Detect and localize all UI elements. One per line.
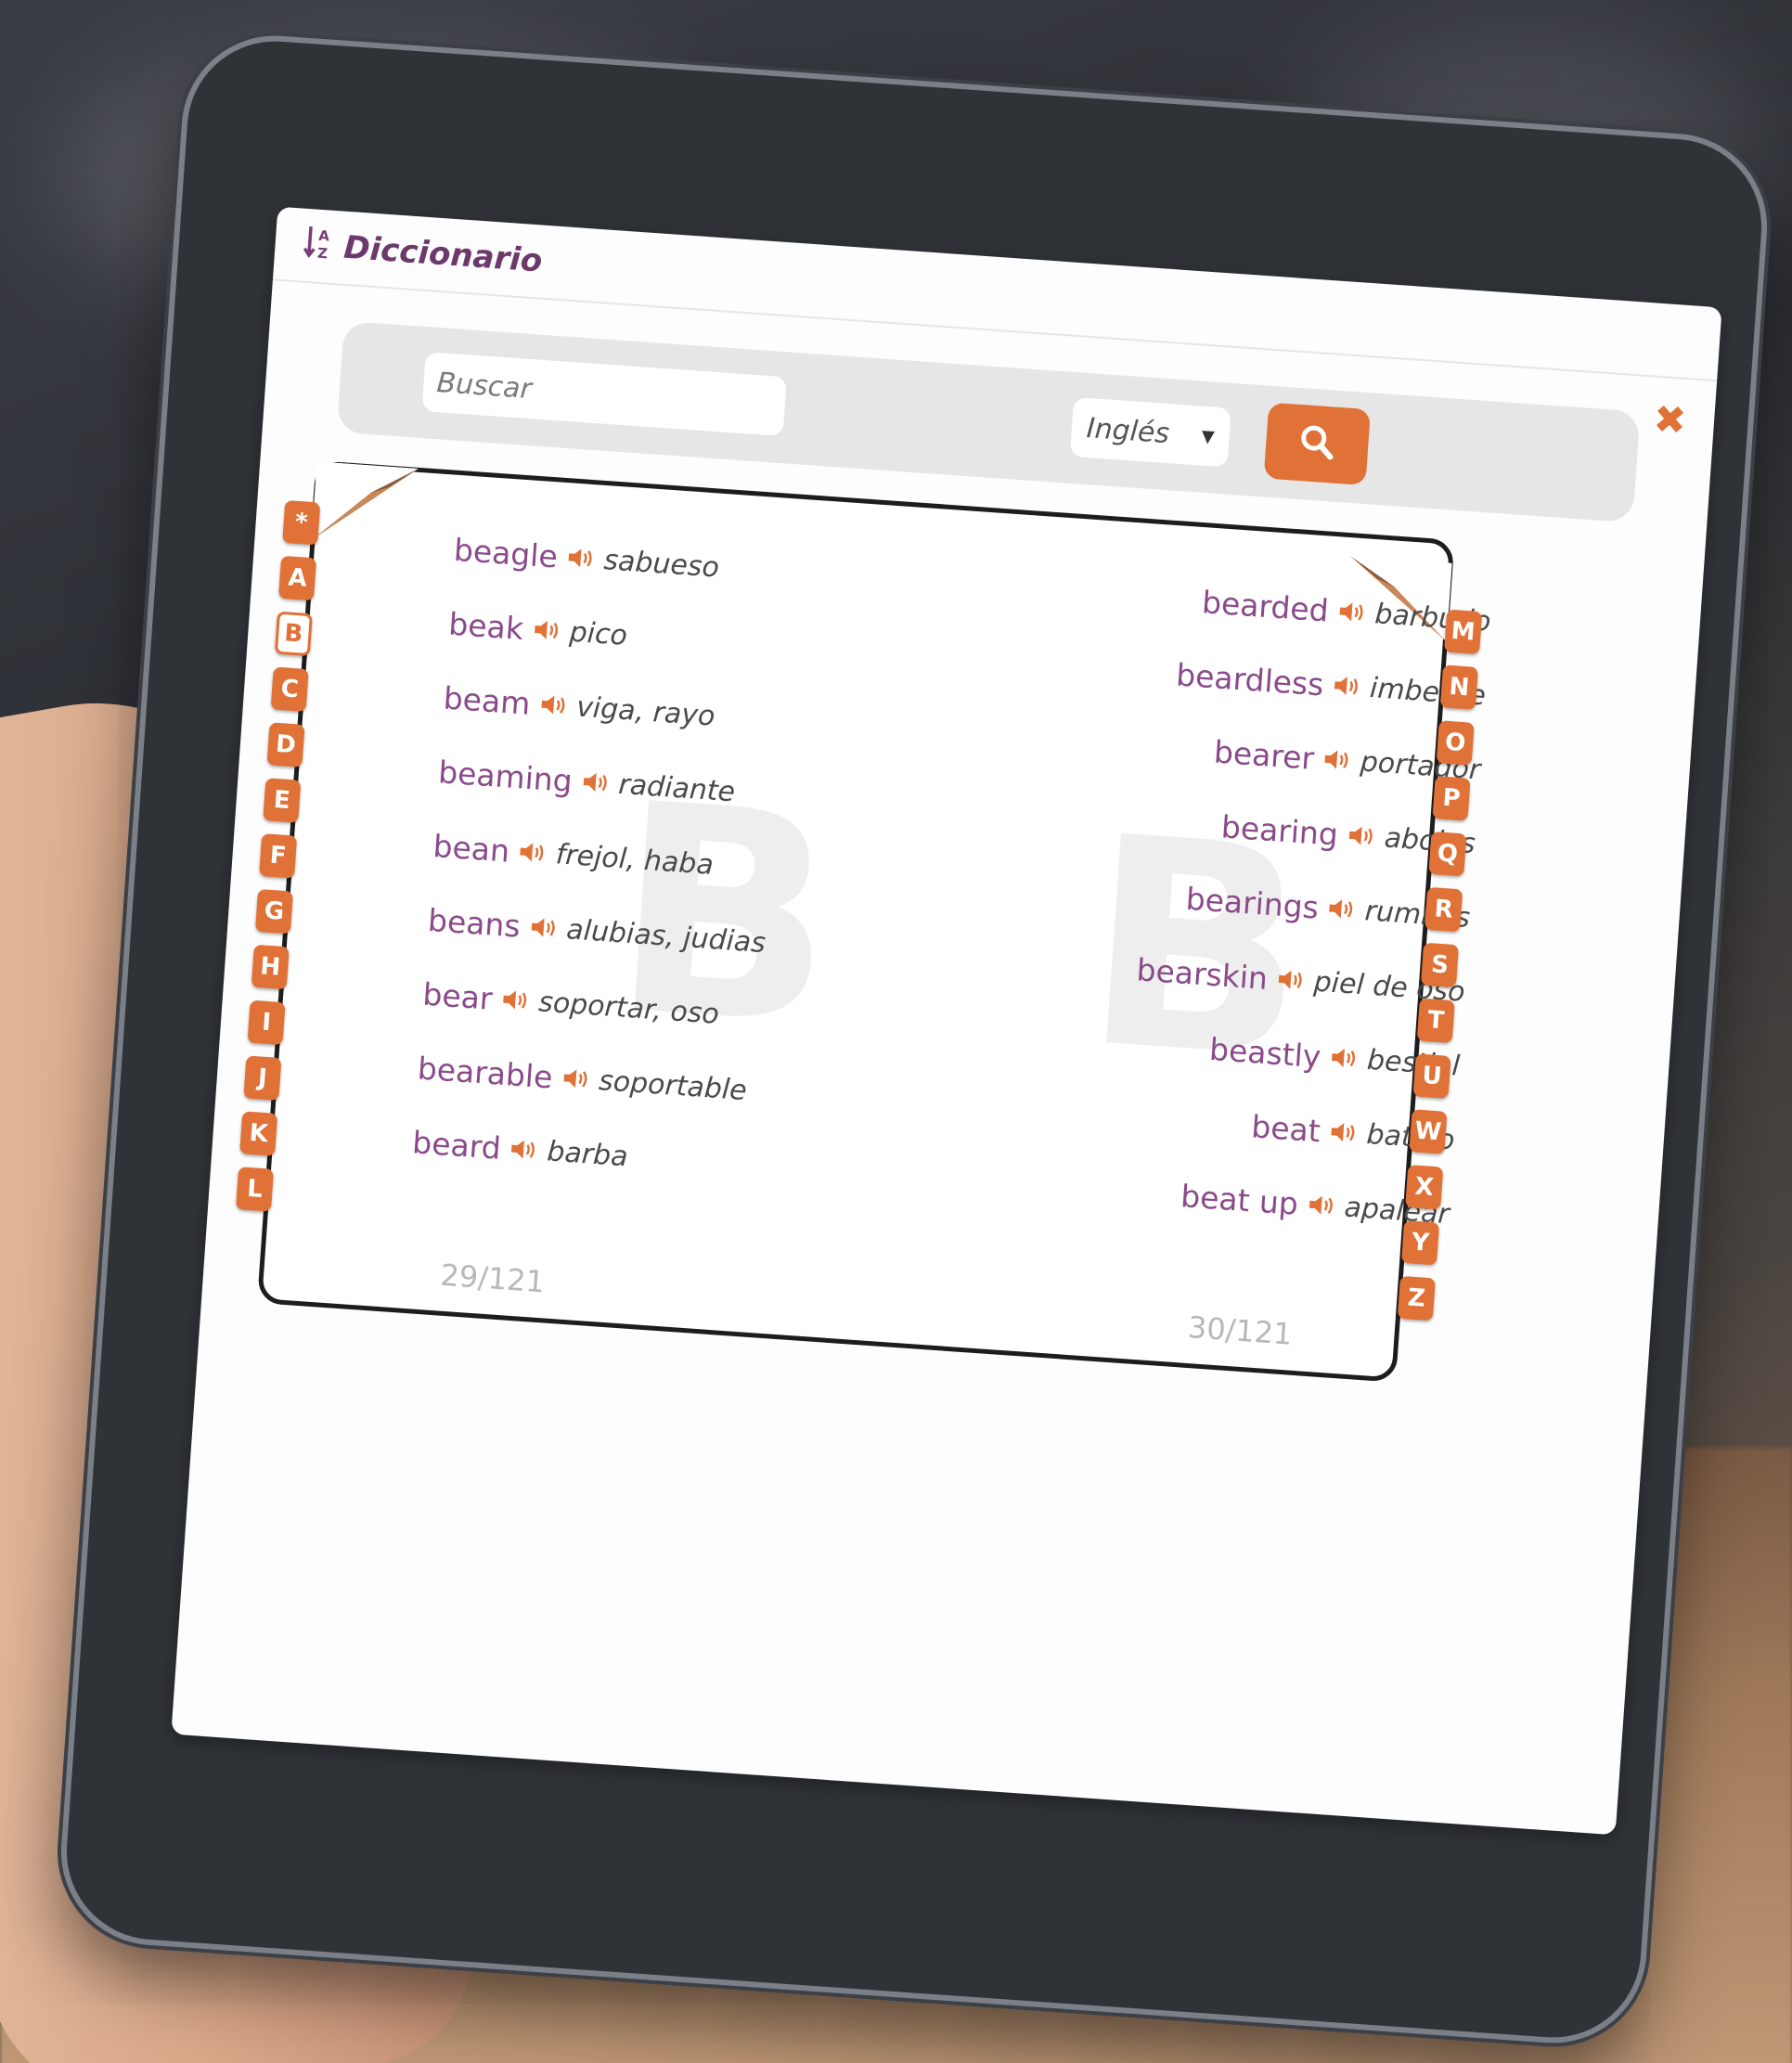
speaker-icon[interactable] bbox=[538, 692, 568, 718]
tab-letter[interactable]: T bbox=[1416, 998, 1455, 1044]
tab-letter[interactable]: H bbox=[251, 944, 290, 990]
entry-translation: viga, rayo bbox=[575, 690, 716, 733]
tab-letter[interactable]: M bbox=[1444, 609, 1483, 655]
entry-word[interactable]: bean bbox=[432, 828, 510, 870]
tab-letter[interactable]: S bbox=[1420, 942, 1460, 988]
search-icon bbox=[1297, 422, 1337, 466]
entry-word[interactable]: beak bbox=[447, 605, 524, 647]
tab-letter[interactable]: Y bbox=[1401, 1219, 1440, 1266]
tab-letter[interactable]: C bbox=[270, 666, 309, 713]
entry-word[interactable]: bearded bbox=[1201, 584, 1330, 628]
speaker-icon[interactable] bbox=[1276, 967, 1306, 993]
speaker-icon[interactable] bbox=[1347, 823, 1376, 849]
sort-alpha-icon: A Z bbox=[302, 222, 336, 269]
entry-list: beagle sabueso beak pico beam viga, rayo be… bbox=[410, 512, 975, 1215]
svg-text:Z: Z bbox=[316, 244, 328, 261]
language-select[interactable]: Inglés ▼ bbox=[1069, 396, 1231, 468]
tab-letter[interactable]: W bbox=[1409, 1109, 1448, 1154]
entry-word[interactable]: bearskin bbox=[1136, 951, 1270, 997]
left-page: B beagle sabueso beak pico beam viga, rayo … bbox=[405, 512, 975, 1299]
entry-translation: sabueso bbox=[602, 543, 721, 585]
tab-letter[interactable]: G bbox=[254, 888, 294, 935]
background-scene: A Z Diccionario ✖ Inglés ▼ bbox=[0, 0, 1792, 2063]
entry-word[interactable]: beagle bbox=[453, 531, 559, 574]
speaker-icon[interactable] bbox=[1307, 1193, 1336, 1218]
speaker-icon[interactable] bbox=[1329, 1045, 1359, 1071]
dictionary-book: B beagle sabueso beak pico beam viga, rayo … bbox=[235, 460, 1492, 1383]
speaker-icon[interactable] bbox=[1329, 1119, 1359, 1145]
tab-letter[interactable]: P bbox=[1432, 776, 1471, 821]
tab-letter[interactable]: D bbox=[266, 722, 305, 767]
close-icon[interactable]: ✖ bbox=[1652, 396, 1688, 444]
entry-translation: soportar, oso bbox=[537, 985, 721, 1031]
entry-translation: alubias, judias bbox=[565, 912, 767, 960]
tab-letter[interactable]: O bbox=[1436, 720, 1475, 766]
entry-translation: pico bbox=[568, 615, 629, 652]
entry-word[interactable]: beat bbox=[1250, 1108, 1321, 1149]
speaker-icon[interactable] bbox=[501, 987, 531, 1013]
tab-letter[interactable]: Q bbox=[1428, 831, 1467, 877]
chevron-down-icon: ▼ bbox=[1201, 426, 1216, 447]
tab-letter[interactable]: L bbox=[235, 1167, 275, 1212]
speaker-icon[interactable] bbox=[1337, 599, 1367, 625]
entry-word[interactable]: beardless bbox=[1175, 656, 1325, 703]
tab-letter[interactable]: * bbox=[282, 499, 321, 546]
speaker-icon[interactable] bbox=[1327, 896, 1357, 922]
page-number: 29/121 bbox=[439, 1257, 547, 1300]
tab-letter[interactable]: A bbox=[278, 555, 317, 601]
entry-translation: frejol, haba bbox=[554, 837, 715, 882]
search-input[interactable] bbox=[421, 352, 787, 437]
tab-letter[interactable]: N bbox=[1439, 664, 1478, 710]
speaker-icon[interactable] bbox=[529, 914, 559, 940]
speaker-icon[interactable] bbox=[1322, 747, 1352, 773]
speaker-icon[interactable] bbox=[581, 769, 611, 795]
entry-word[interactable]: beat up bbox=[1180, 1178, 1299, 1222]
speaker-icon[interactable] bbox=[561, 1065, 590, 1091]
entry-word[interactable]: bearable bbox=[417, 1050, 554, 1095]
entry-word[interactable]: beam bbox=[443, 679, 532, 721]
entry-word[interactable]: bear bbox=[421, 975, 494, 1016]
entry-word[interactable]: bearings bbox=[1185, 880, 1321, 925]
dictionary-window: A Z Diccionario ✖ Inglés ▼ bbox=[171, 206, 1722, 1836]
speaker-icon[interactable] bbox=[509, 1137, 539, 1163]
tab-letter[interactable]: E bbox=[263, 778, 302, 823]
speaker-icon[interactable] bbox=[518, 839, 548, 865]
svg-text:A: A bbox=[318, 226, 330, 244]
tab-letter[interactable]: R bbox=[1425, 886, 1463, 933]
search-button[interactable] bbox=[1263, 402, 1372, 486]
tab-letter[interactable]: J bbox=[243, 1055, 282, 1102]
app-title: Diccionario bbox=[342, 228, 544, 280]
language-selected: Inglés bbox=[1085, 411, 1171, 450]
tab-letter[interactable]: X bbox=[1405, 1165, 1444, 1210]
speaker-icon[interactable] bbox=[1332, 673, 1361, 699]
entry-word[interactable]: beard bbox=[411, 1124, 502, 1167]
page-number: 30/121 bbox=[1186, 1309, 1294, 1352]
entry-word[interactable]: beans bbox=[427, 901, 522, 944]
tab-letter[interactable]: U bbox=[1412, 1053, 1451, 1099]
entry-word[interactable]: bearer bbox=[1213, 733, 1316, 776]
speaker-icon[interactable] bbox=[532, 617, 561, 643]
entry-word[interactable]: beastly bbox=[1208, 1030, 1322, 1074]
tab-letter[interactable]: K bbox=[239, 1111, 278, 1156]
entry-translation: radiante bbox=[617, 767, 737, 808]
entry-word[interactable]: beaming bbox=[437, 754, 574, 799]
tab-letter[interactable]: Z bbox=[1397, 1275, 1436, 1322]
tab-letter[interactable]: I bbox=[247, 999, 286, 1046]
tab-letter-active[interactable]: B bbox=[274, 611, 313, 657]
entry-word[interactable]: bearing bbox=[1220, 808, 1339, 853]
entry-translation: barba bbox=[546, 1134, 629, 1173]
speaker-icon[interactable] bbox=[566, 545, 596, 571]
tab-letter[interactable]: F bbox=[259, 833, 298, 879]
page-curl-left[interactable] bbox=[311, 461, 428, 552]
entry-translation: soportable bbox=[598, 1064, 748, 1107]
